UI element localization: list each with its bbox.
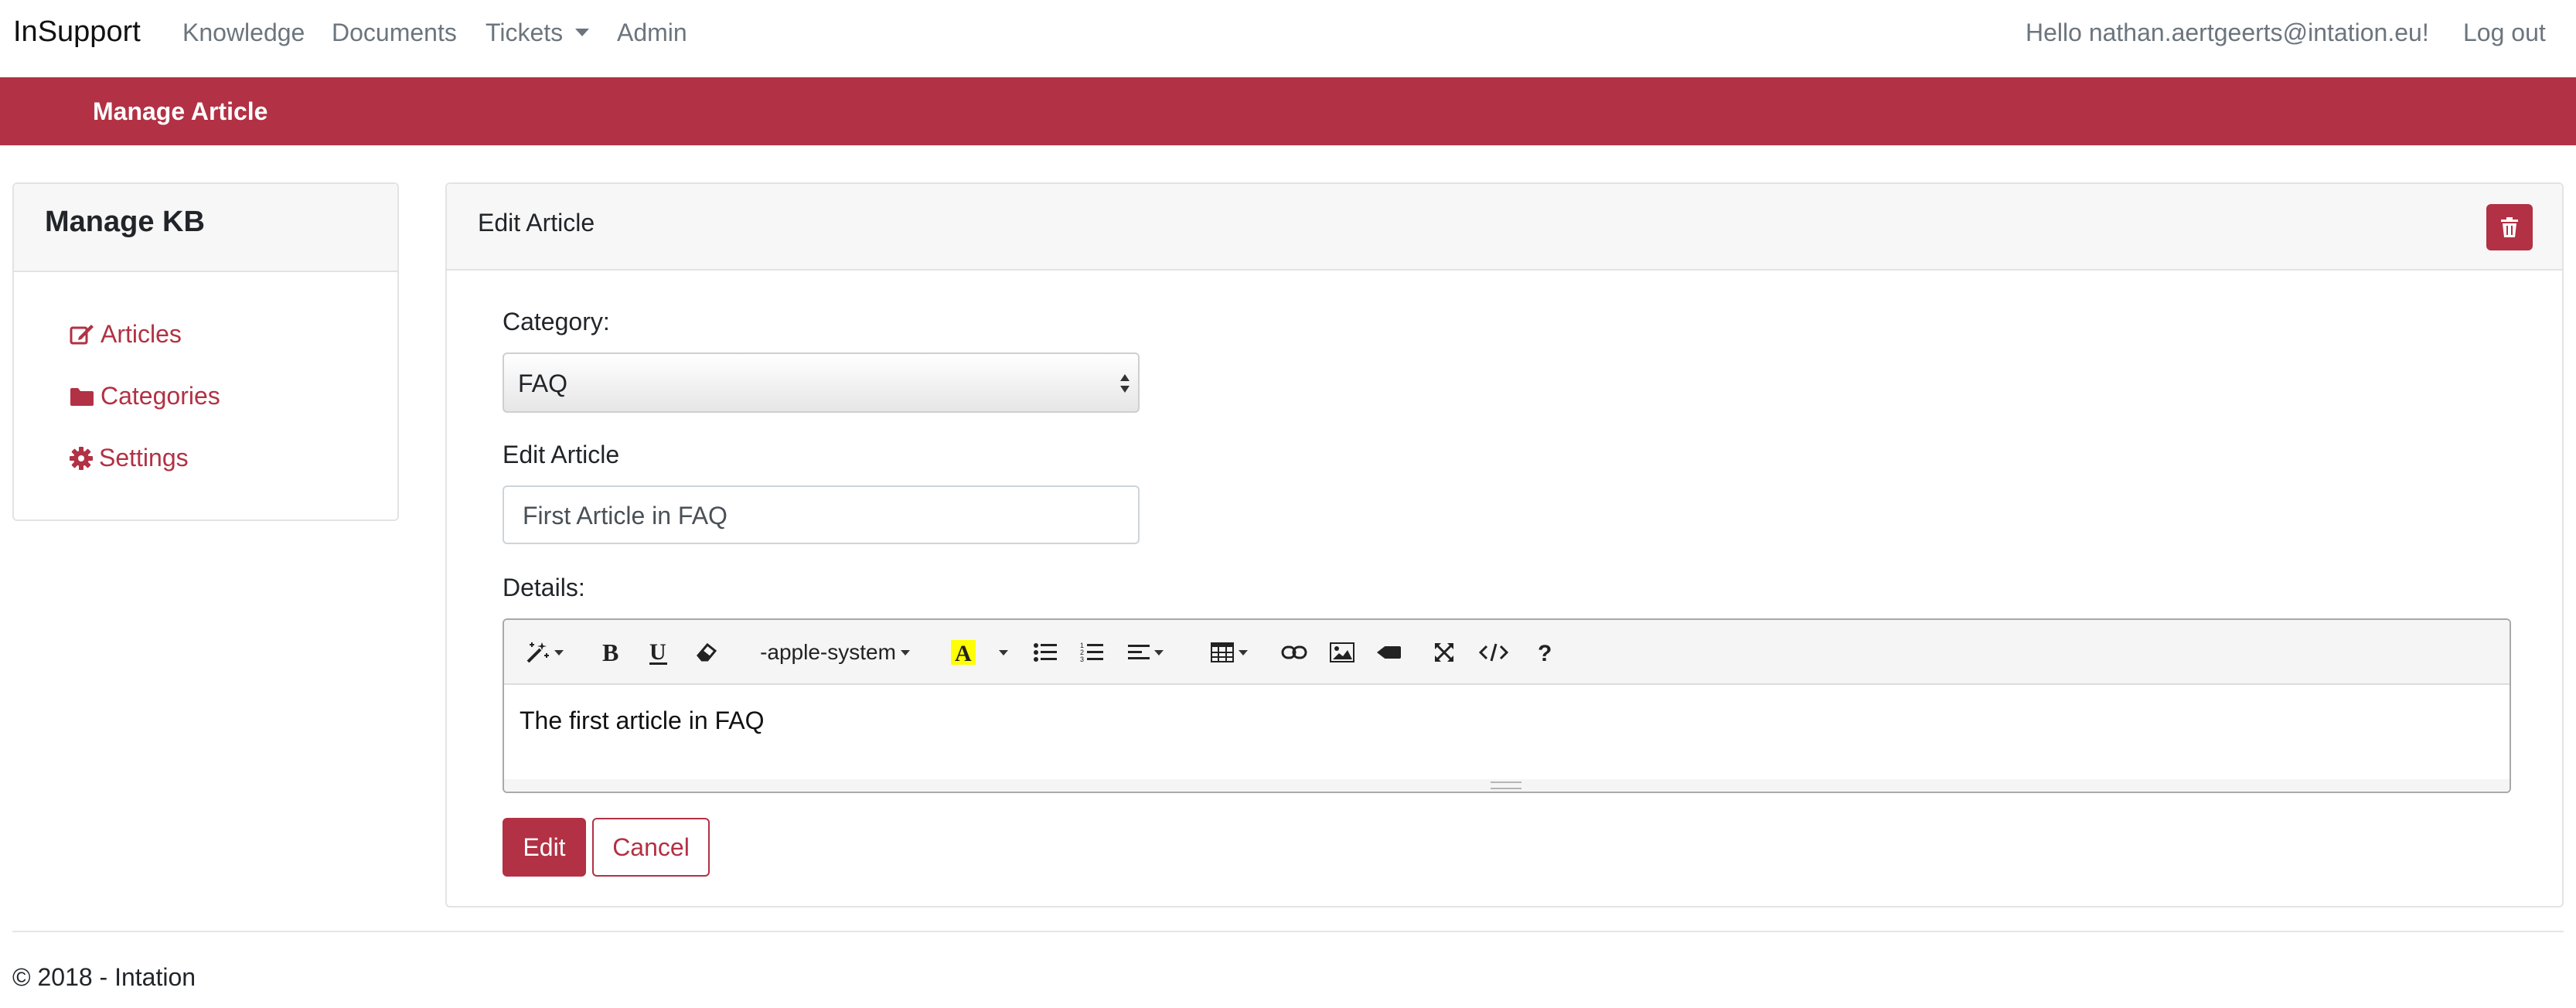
link-button[interactable] (1279, 634, 1310, 671)
card-header: Edit Article (447, 184, 2562, 271)
editor-toolbar: B U -apple-system A 1 2 3 ? (504, 620, 2510, 685)
link-icon (1281, 645, 1307, 659)
table-icon (1211, 642, 1234, 662)
nav-tickets-label: Tickets (486, 19, 564, 46)
sidebar-item-label: Categories (101, 382, 220, 410)
code-icon (1478, 643, 1509, 662)
top-navbar: InSupport Knowledge Documents Tickets Ad… (0, 0, 2576, 77)
sidebar-item-articles[interactable]: Articles (70, 320, 182, 349)
sidebar-title: Manage KB (45, 206, 205, 238)
brand-logo[interactable]: InSupport (13, 15, 141, 49)
chevron-down-icon (575, 28, 590, 36)
article-title-label: Edit Article (503, 441, 620, 468)
bullet-list-icon (1034, 643, 1057, 662)
font-family-dropdown[interactable]: -apple-system (750, 634, 920, 671)
sidebar-item-settings[interactable]: Settings (70, 444, 189, 472)
style-button[interactable] (521, 634, 567, 671)
edit-article-card: Edit Article Category: FAQ Edit Article … (445, 182, 2564, 908)
logout-link[interactable]: Log out (2463, 19, 2546, 47)
user-greeting[interactable]: Hello nathan.aertgeerts@intation.eu! (2026, 19, 2429, 47)
font-family-value: -apple-system (760, 640, 896, 664)
fullscreen-button[interactable] (1429, 634, 1460, 671)
chevron-down-icon (1239, 649, 1248, 656)
chevron-down-icon (1154, 649, 1164, 656)
magic-wand-icon (526, 642, 549, 663)
edit-button[interactable]: Edit (503, 818, 586, 877)
help-button[interactable]: ? (1529, 634, 1560, 671)
svg-text:U: U (649, 639, 666, 665)
sidebar-card: Manage KB Articles Categories Settings (12, 182, 399, 521)
chevron-down-icon (900, 649, 910, 656)
category-label: Category: (503, 308, 610, 335)
help-icon: ? (1538, 641, 1552, 664)
page-banner: Manage Article (0, 77, 2576, 145)
underline-button[interactable]: U (643, 634, 674, 671)
footer-copyright: © 2018 - Intation (12, 963, 196, 991)
video-button[interactable] (1373, 634, 1404, 671)
clear-format-button[interactable] (691, 634, 722, 671)
picture-button[interactable] (1327, 634, 1358, 671)
image-icon (1330, 642, 1354, 662)
eraser-icon (697, 642, 717, 662)
svg-text:3: 3 (1080, 656, 1084, 663)
sidebar-header: Manage KB (14, 184, 397, 272)
svg-text:?: ? (1538, 641, 1552, 664)
text-color-button[interactable]: A (948, 634, 979, 671)
footer-divider (12, 931, 2564, 932)
align-left-icon (1128, 645, 1150, 659)
editor-resize-bar[interactable] (504, 779, 2510, 792)
select-arrows-icon (1120, 374, 1130, 393)
folder-icon (70, 387, 94, 406)
card-title: Edit Article (478, 209, 595, 237)
rich-text-editor: B U -apple-system A 1 2 3 ? The first ar… (503, 618, 2511, 793)
chevron-down-icon (999, 649, 1008, 656)
table-dropdown[interactable] (1206, 634, 1252, 671)
svg-text:B: B (602, 640, 618, 665)
gear-icon (70, 446, 93, 470)
bullet-list-button[interactable] (1030, 634, 1061, 671)
bold-button[interactable]: B (595, 634, 626, 671)
cancel-button[interactable]: Cancel (592, 818, 710, 877)
chevron-down-icon (554, 649, 564, 656)
sidebar-item-label: Settings (99, 444, 189, 472)
delete-button[interactable] (2486, 204, 2533, 250)
paragraph-align-dropdown[interactable] (1123, 634, 1169, 671)
sidebar-item-categories[interactable]: Categories (70, 382, 220, 410)
text-highlight-icon: A (951, 640, 976, 665)
fullscreen-icon (1435, 643, 1453, 662)
text-color-dropdown[interactable] (993, 634, 1014, 671)
code-view-button[interactable] (1475, 634, 1512, 671)
sidebar-item-label: Articles (101, 320, 182, 348)
editor-content[interactable]: The first article in FAQ (520, 707, 765, 735)
underline-icon: U (649, 639, 667, 665)
page-title: Manage Article (93, 97, 268, 125)
resize-grip-icon (1491, 782, 1521, 789)
nav-documents[interactable]: Documents (332, 19, 457, 47)
edit-icon (70, 324, 94, 344)
numbered-list-icon: 1 2 3 (1080, 642, 1103, 663)
nav-admin[interactable]: Admin (617, 19, 687, 47)
nav-tickets-dropdown[interactable]: Tickets (486, 19, 590, 47)
trash-icon (2501, 217, 2518, 237)
nav-knowledge[interactable]: Knowledge (182, 19, 305, 47)
details-label: Details: (503, 574, 585, 601)
bold-icon: B (602, 640, 618, 665)
numbered-list-button[interactable]: 1 2 3 (1076, 634, 1107, 671)
video-icon (1377, 646, 1401, 659)
category-selected-value: FAQ (518, 369, 568, 397)
article-title-value: First Article in FAQ (523, 502, 727, 530)
article-title-input[interactable]: First Article in FAQ (503, 485, 1140, 544)
svg-text:A: A (955, 641, 972, 665)
category-select[interactable]: FAQ (503, 352, 1140, 413)
